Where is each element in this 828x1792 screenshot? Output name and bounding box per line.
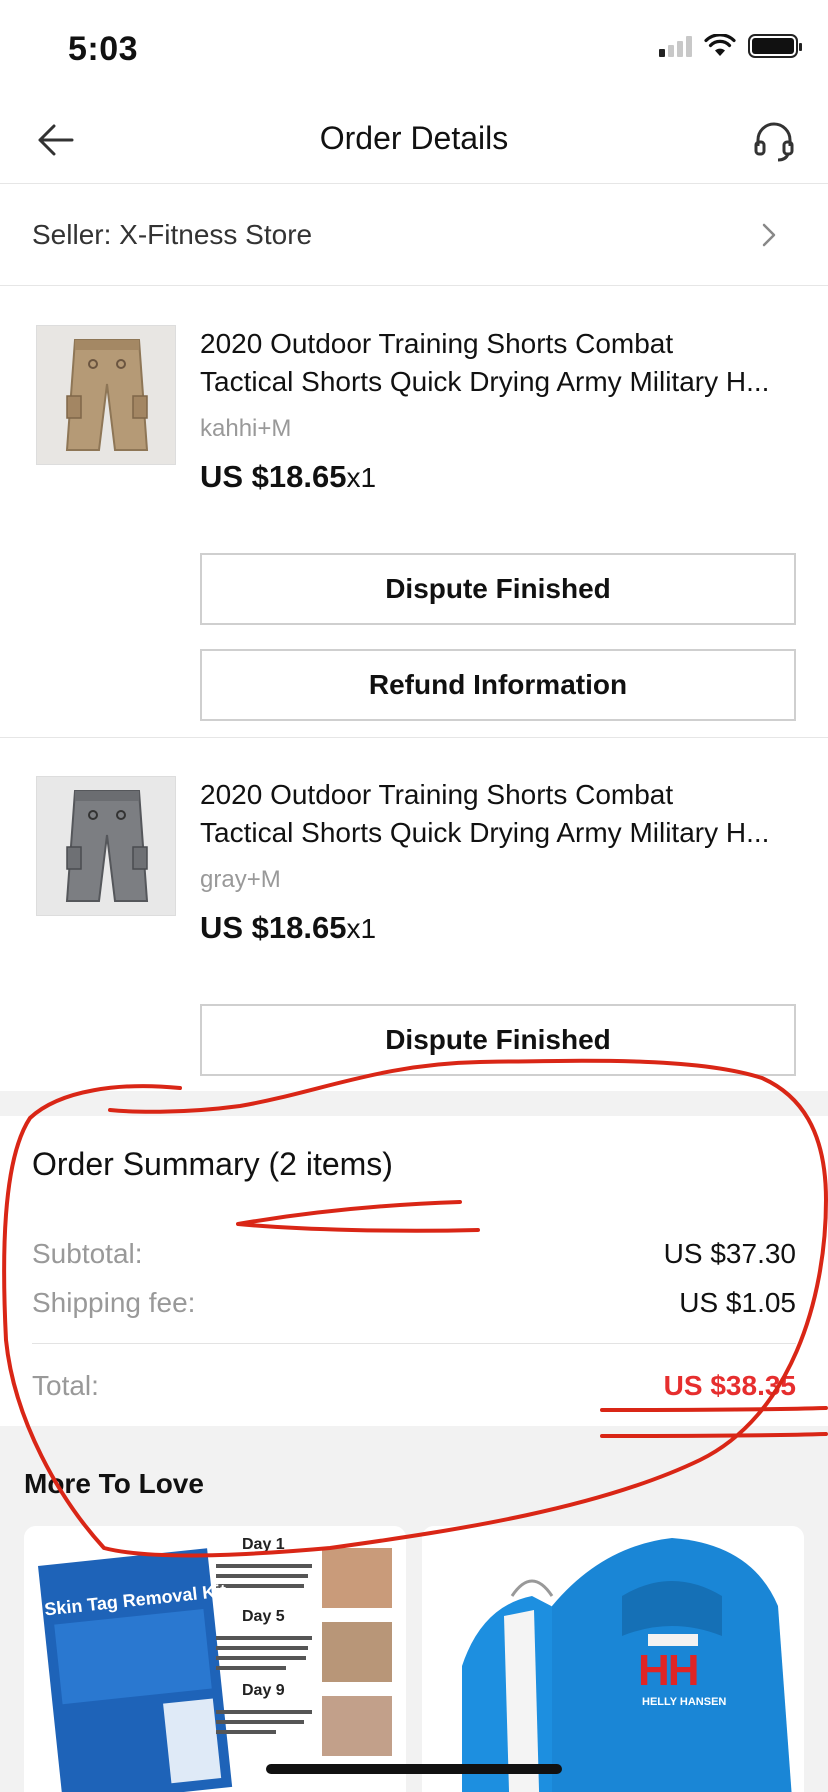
product-price: US $18.65x1	[200, 910, 376, 946]
brand-name: HELLY HANSEN	[642, 1696, 727, 1708]
product-item: 2020 Outdoor Training Shorts Combat Tact…	[0, 287, 828, 737]
product-image-text: Day 1	[242, 1536, 285, 1553]
product-variant: gray+M	[200, 866, 281, 893]
product-title-line: 2020 Outdoor Training Shorts Combat	[200, 779, 674, 810]
product-title[interactable]: 2020 Outdoor Training Shorts Combat Tact…	[200, 325, 800, 401]
shipping-row: Shipping fee: US $1.05	[32, 1287, 796, 1319]
product-variant: kahhi+M	[200, 415, 292, 442]
wifi-icon	[704, 34, 736, 56]
recommendations-section: More To Love Skin Tag Removal Kit Day 1 …	[0, 1426, 828, 1792]
price-value: US $18.65	[200, 459, 347, 494]
status-time: 5:03	[68, 30, 139, 68]
total-label: Total:	[32, 1370, 99, 1401]
product-item: 2020 Outdoor Training Shorts Combat Tact…	[0, 738, 828, 1091]
product-title-line: Tactical Shorts Quick Drying Army Milita…	[200, 366, 770, 397]
product-image	[422, 1526, 804, 1792]
product-price: US $18.65x1	[200, 459, 376, 495]
product-title-line: Tactical Shorts Quick Drying Army Milita…	[200, 817, 770, 848]
subtotal-row: Subtotal: US $37.30	[32, 1238, 796, 1270]
divider	[32, 1343, 796, 1344]
nav-bar: Order Details	[0, 96, 828, 184]
summary-title: Order Summary (2 items)	[32, 1146, 393, 1182]
refund-information-button[interactable]: Refund Information	[200, 649, 796, 721]
product-title[interactable]: 2020 Outdoor Training Shorts Combat Tact…	[200, 776, 800, 852]
subtotal-value: US $37.30	[663, 1238, 796, 1269]
status-bar: 5:03	[0, 0, 828, 96]
shipping-label: Shipping fee:	[32, 1287, 196, 1318]
brand-logo: HH	[638, 1646, 700, 1695]
price-value: US $18.65	[200, 910, 347, 945]
section-gap	[0, 1091, 828, 1116]
headset-icon[interactable]	[750, 116, 798, 164]
section-title: More To Love	[24, 1468, 204, 1499]
total-row: Total: US $38.35	[32, 1370, 796, 1402]
seller-row[interactable]: Seller: X-Fitness Store	[0, 185, 828, 286]
product-image-text: Day 9	[242, 1682, 285, 1699]
product-image[interactable]	[36, 325, 176, 465]
recommendation-card[interactable]: Skin Tag Removal Kit Day 1 Day 5 Day 9	[24, 1526, 406, 1792]
dispute-finished-button[interactable]: Dispute Finished	[200, 1004, 796, 1076]
subtotal-label: Subtotal:	[32, 1238, 143, 1269]
product-image[interactable]	[36, 776, 176, 916]
cellular-signal-icon	[659, 35, 692, 57]
quantity: x1	[346, 462, 377, 493]
home-indicator	[266, 1764, 562, 1774]
quantity: x1	[346, 913, 377, 944]
chevron-right-icon	[762, 223, 776, 247]
dispute-finished-button[interactable]: Dispute Finished	[200, 553, 796, 625]
recommendation-card[interactable]: HH HELLY HANSEN	[422, 1526, 804, 1792]
battery-icon	[748, 34, 802, 58]
product-image-text: Day 5	[242, 1608, 285, 1625]
product-title-line: 2020 Outdoor Training Shorts Combat	[200, 328, 674, 359]
product-image	[24, 1526, 406, 1792]
shipping-value: US $1.05	[679, 1287, 796, 1318]
status-icons	[659, 34, 802, 58]
order-summary: Order Summary (2 items) Subtotal: US $37…	[0, 1116, 828, 1426]
seller-name: Seller: X-Fitness Store	[32, 219, 313, 250]
page-title: Order Details	[319, 120, 509, 156]
total-value: US $38.35	[663, 1370, 796, 1401]
